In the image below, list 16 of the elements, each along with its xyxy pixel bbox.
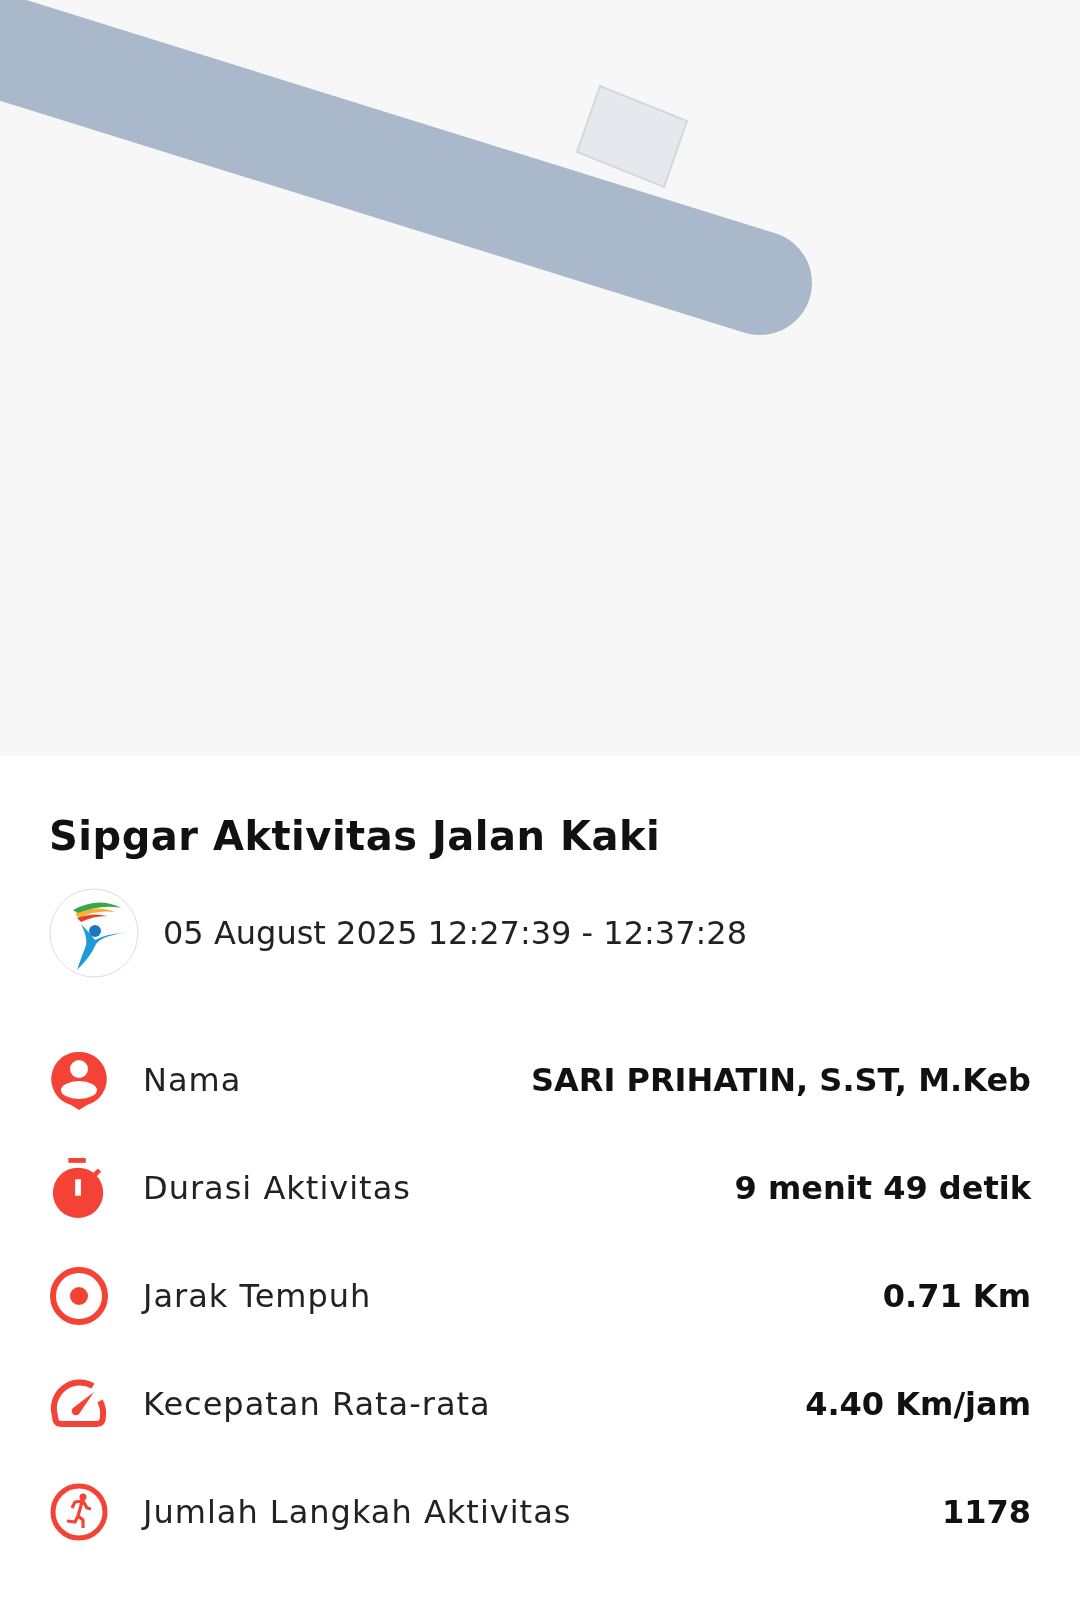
row-label: Durasi Aktivitas	[143, 1169, 411, 1207]
person-icon	[49, 1050, 109, 1110]
row-label: Kecepatan Rata-rata	[143, 1385, 491, 1423]
activity-title: Sipgar Aktivitas Jalan Kaki	[49, 812, 662, 861]
row-label: Jarak Tempuh	[143, 1277, 372, 1315]
row-value: SARI PRIHATIN, S.ST, M.Keb	[530, 1061, 1031, 1099]
row-value: 9 menit 49 detik	[734, 1169, 1031, 1207]
row-value: 4.40 Km/jam	[805, 1385, 1031, 1423]
row-value: 0.71 Km	[882, 1277, 1031, 1315]
running-person-icon	[49, 1482, 109, 1542]
row-label: Nama	[143, 1061, 242, 1099]
row-value: 1178	[941, 1493, 1031, 1531]
logo-icon	[49, 888, 139, 978]
target-icon	[49, 1266, 109, 1326]
date-range: 05 August 2025 12:27:39 - 12:37:28	[163, 914, 747, 952]
row-label: Jumlah Langkah Aktivitas	[143, 1493, 572, 1531]
